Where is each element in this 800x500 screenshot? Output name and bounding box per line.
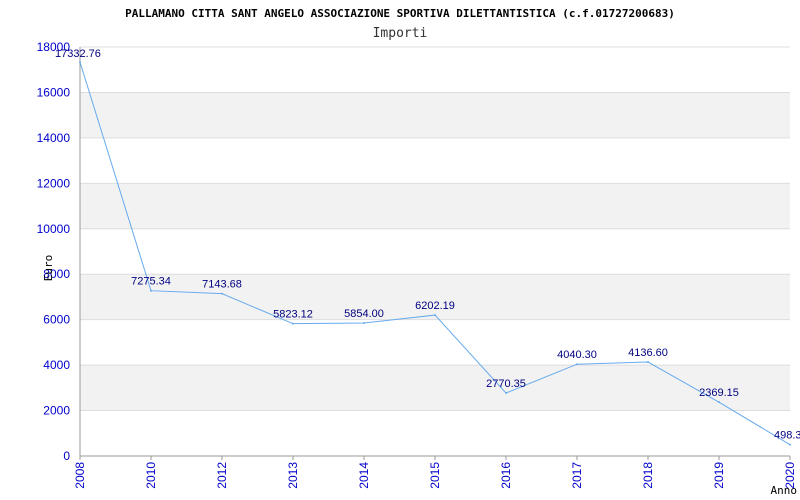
x-tick-label: 2014	[357, 462, 371, 489]
grid-bands	[80, 92, 790, 411]
y-tick-label: 2000	[43, 404, 70, 418]
data-label: 5823.12	[273, 309, 313, 321]
grid-band	[80, 274, 790, 320]
grid-band	[80, 365, 790, 411]
y-axis-label: Euro	[42, 255, 55, 282]
x-tick-label: 2017	[570, 462, 584, 489]
data-point	[789, 443, 791, 446]
data-point	[150, 289, 152, 292]
data-point	[718, 401, 720, 404]
data-label: 5854.00	[344, 308, 384, 320]
x-tick-label: 2008	[73, 462, 87, 489]
data-point	[434, 314, 436, 317]
line-chart: PALLAMANO CITTA SANT ANGELO ASSOCIAZIONE…	[37, 7, 800, 497]
x-tick-label: 2013	[286, 462, 300, 489]
chart-subtitle: Importi	[373, 26, 428, 41]
data-point	[221, 292, 223, 295]
y-tick-label: 6000	[43, 313, 70, 327]
x-tick-label: 2012	[215, 462, 229, 489]
x-tick-label: 2016	[499, 462, 513, 489]
chart-title: PALLAMANO CITTA SANT ANGELO ASSOCIAZIONE…	[125, 7, 675, 20]
grid-band	[80, 183, 790, 229]
y-axis-ticks: 0200040006000800010000120001400016000180…	[37, 40, 71, 463]
x-tick-label: 2010	[144, 462, 158, 489]
data-label: 17332.76	[55, 48, 101, 60]
data-point	[647, 361, 649, 364]
data-point	[576, 363, 578, 366]
data-label: 6202.19	[415, 300, 455, 312]
y-tick-label: 0	[63, 449, 70, 463]
x-tick-label: 2015	[428, 462, 442, 489]
data-label: 498.30	[774, 430, 800, 442]
data-label: 4040.30	[557, 349, 597, 361]
data-label: 2369.15	[699, 387, 739, 399]
data-point	[79, 61, 81, 64]
x-axis-label: Anno	[771, 484, 798, 497]
y-tick-label: 16000	[37, 85, 71, 99]
y-tick-label: 14000	[37, 131, 71, 145]
y-tick-label: 12000	[37, 176, 71, 190]
x-tick-label: 2019	[712, 462, 726, 489]
data-label: 7275.34	[131, 276, 171, 288]
data-point	[292, 322, 294, 325]
x-tick-label: 2018	[641, 462, 655, 489]
x-axis-ticks: 2008 2010 2012 2013 2014 2015 2016 2017 2018 2019…	[73, 456, 797, 489]
grid-band	[80, 92, 790, 138]
data-point	[363, 321, 365, 324]
y-tick-label: 10000	[37, 222, 71, 236]
y-tick-label: 4000	[43, 358, 70, 372]
data-label: 4136.60	[628, 347, 668, 359]
data-label: 7143.68	[202, 279, 242, 291]
data-label: 2770.35	[486, 378, 526, 390]
data-point	[505, 392, 507, 395]
